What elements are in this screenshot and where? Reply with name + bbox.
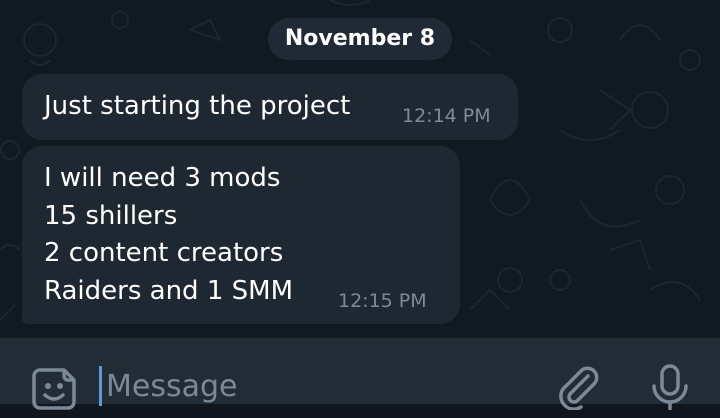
- message-timestamp: 12:15 PM: [338, 290, 427, 312]
- message-bubble[interactable]: I will need 3 mods 15 shillers 2 content…: [22, 146, 460, 324]
- message-timestamp: 12:14 PM: [402, 105, 491, 127]
- message-composer: [0, 338, 720, 412]
- sticker-smile-icon[interactable]: [30, 364, 80, 414]
- microphone-icon[interactable]: [648, 362, 692, 412]
- paperclip-icon[interactable]: [552, 364, 602, 411]
- date-separator: November 8: [268, 18, 452, 60]
- message-input[interactable]: [106, 364, 526, 408]
- text-cursor: [99, 366, 102, 406]
- message-bubble[interactable]: Just starting the project 12:14 PM: [22, 74, 518, 140]
- message-text: Just starting the project: [44, 91, 351, 121]
- chat-area[interactable]: November 8 Just starting the project 12:…: [0, 0, 720, 338]
- message-text: I will need 3 mods 15 shillers 2 content…: [44, 163, 294, 306]
